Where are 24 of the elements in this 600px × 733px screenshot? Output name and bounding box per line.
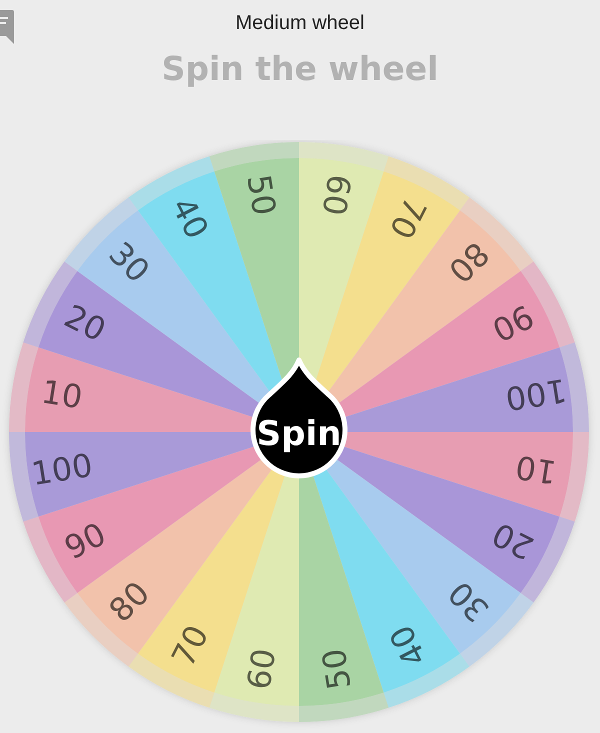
segment-label: 60	[314, 172, 358, 218]
segment-label: 40	[382, 619, 434, 673]
segment-label: 90	[486, 296, 540, 350]
segment-label: 20	[486, 514, 540, 568]
segment-label: 100	[502, 370, 570, 418]
segment-label: 20	[58, 296, 112, 350]
segment-label: 10	[38, 372, 86, 416]
segment-label: 70	[382, 191, 434, 245]
segment-label: 80	[440, 234, 497, 290]
segment-label: 40	[164, 191, 216, 245]
segment-label: 90	[58, 514, 112, 568]
segment-label: 10	[512, 448, 560, 492]
bookmark-icon[interactable]	[0, 10, 14, 46]
segment-label: 50	[314, 646, 358, 692]
heading: Spin the wheel	[162, 49, 438, 88]
segment-label: 30	[440, 574, 497, 630]
segment-label: 30	[101, 234, 158, 290]
segment-label: 50	[240, 172, 284, 218]
segment-label: 70	[164, 619, 216, 673]
segment-label: 80	[101, 574, 158, 630]
segment-label: 100	[28, 446, 96, 494]
wheel-title: Medium wheel	[236, 12, 364, 35]
segment-label: 60	[240, 646, 284, 692]
spin-button[interactable]: Spin	[250, 358, 348, 478]
